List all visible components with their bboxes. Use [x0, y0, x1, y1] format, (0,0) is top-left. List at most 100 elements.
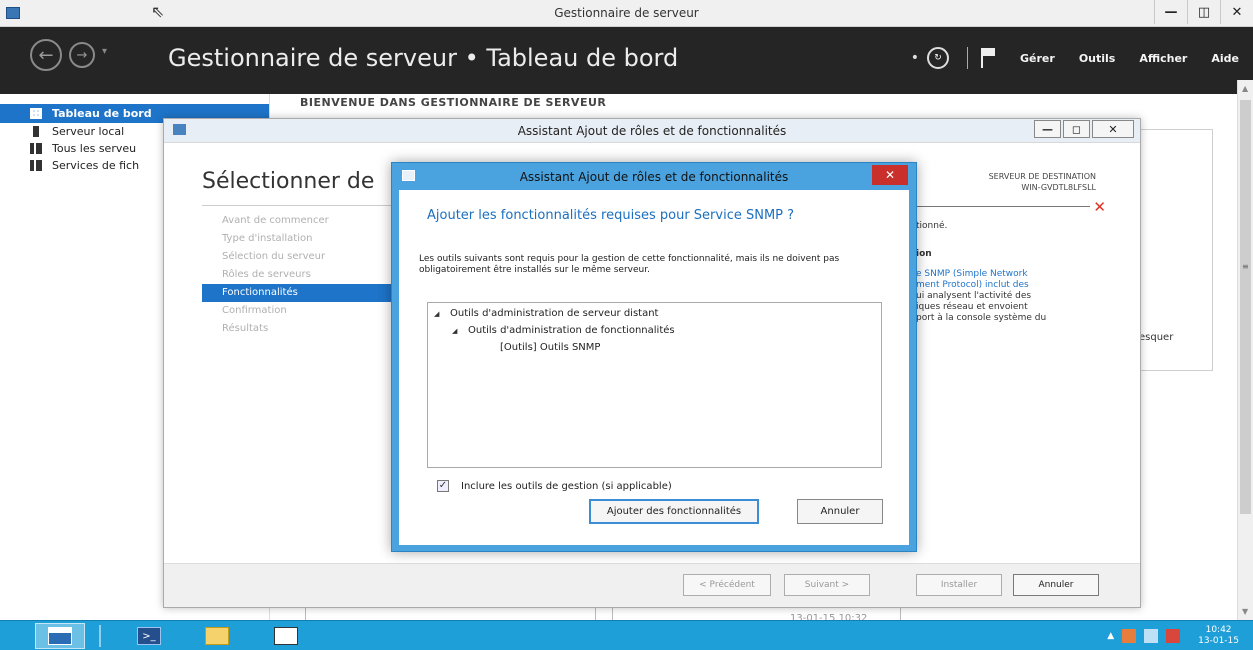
tree-node[interactable]: ◢ Outils d'administration de serveur dist… — [428, 305, 881, 322]
checkbox-label: Inclure les outils de gestion (si applic… — [461, 480, 672, 492]
close-icon: ✕ — [884, 168, 896, 182]
sidebar-item-label: Serveur local — [52, 125, 125, 138]
speaker-icon[interactable] — [1144, 629, 1159, 643]
refresh-icon[interactable]: ↻ — [927, 47, 949, 69]
taskbar-server-manager[interactable] — [35, 623, 85, 649]
window-titlebar: ⇖ Gestionnaire de serveur — ◫ ✕ — [0, 0, 1253, 27]
next-button[interactable]: Suivant > — [784, 574, 870, 596]
menu-tools[interactable]: Outils — [1079, 52, 1116, 65]
menu-view[interactable]: Afficher — [1139, 52, 1187, 65]
header-menu: • ↻ Gérer Outils Afficher Aide — [911, 47, 1253, 69]
powershell-icon: >_ — [137, 627, 161, 645]
description-line: port à la console système du — [916, 313, 1047, 323]
scroll-down-icon[interactable]: ▼ — [1242, 607, 1248, 616]
taskbar-command-prompt[interactable] — [261, 623, 311, 649]
wizard-steps: Avant de commencer Type d'installation S… — [202, 205, 398, 338]
background-text-fragment: esquer — [1139, 332, 1174, 343]
tree-node[interactable]: ◢ Outils d'administration de fonctionnali… — [428, 322, 881, 339]
description-link[interactable]: e SNMP (Simple Network — [916, 269, 1110, 280]
close-button[interactable]: ✕ — [1220, 0, 1253, 24]
error-x-icon: ✕ — [1093, 198, 1106, 216]
include-tools-checkbox[interactable]: ✓ — [437, 480, 449, 492]
minimize-button[interactable]: — — [1034, 120, 1061, 138]
dialog-heading: Ajouter les fonctionnalités requises pou… — [427, 208, 795, 223]
step-installation-type[interactable]: Type d'installation — [202, 230, 398, 248]
clock-time: 10:42 — [1205, 625, 1232, 635]
history-dropdown-icon[interactable]: ▾ — [102, 46, 107, 57]
destination-label: SERVEUR DE DESTINATION — [988, 172, 1096, 181]
sidebar-item-label: Services de fich — [52, 159, 140, 172]
system-tray: ▲ 10:42 13-01-15 — [1107, 625, 1239, 647]
destination-server: SERVEUR DE DESTINATION WIN-GVDTL8LFSLL — [989, 171, 1096, 193]
scrollbar-thumb[interactable] — [1240, 100, 1251, 514]
description-line: tionné. — [916, 221, 948, 231]
required-features-tree[interactable]: ◢ Outils d'administration de serveur dist… — [427, 302, 882, 468]
install-button[interactable]: Installer — [916, 574, 1002, 596]
description-link[interactable]: ment Protocol) inclut des — [916, 280, 1110, 291]
notifications-flag-icon[interactable] — [980, 48, 996, 68]
required-features-dialog: Assistant Ajout de rôles et de fonctionn… — [391, 162, 917, 552]
add-features-button[interactable]: Ajouter des fonctionnalités — [589, 499, 759, 524]
wizard-heading: Sélectionner de — [202, 169, 375, 194]
sidebar-item-label: Tableau de bord — [52, 107, 152, 120]
welcome-heading: BIENVENUE DANS GESTIONNAIRE DE SERVEUR — [300, 96, 607, 109]
clock[interactable]: 10:42 13-01-15 — [1198, 625, 1239, 647]
dialog-title: Assistant Ajout de rôles et de fonctionn… — [519, 170, 789, 184]
back-button[interactable]: ← — [30, 39, 62, 71]
taskbar: >_ ▲ 10:42 13-01-15 — [0, 620, 1253, 650]
arrow-right-icon: → — [76, 47, 88, 63]
menu-help[interactable]: Aide — [1211, 52, 1239, 65]
file-services-icon — [30, 160, 42, 171]
page-title: Gestionnaire de serveur • Tableau de bor… — [168, 44, 679, 72]
show-hidden-icons-icon[interactable]: ▲ — [1107, 631, 1114, 641]
step-results[interactable]: Résultats — [202, 320, 398, 338]
expand-triangle-icon[interactable]: ◢ — [434, 306, 450, 323]
tree-node-label: Outils d'administration de fonctionnalit… — [468, 325, 675, 336]
terminal-icon — [274, 627, 298, 645]
tree-node-label: Outils d'administration de serveur dista… — [450, 308, 659, 319]
server-manager-icon — [48, 627, 72, 645]
dialog-titlebar: Assistant Ajout de rôles et de fonctionn… — [392, 163, 916, 190]
description-line: iques réseau et envoient — [916, 302, 1028, 312]
taskbar-file-explorer[interactable] — [192, 623, 242, 649]
alert-icon[interactable] — [1166, 629, 1181, 643]
dropdown-icon[interactable]: • — [911, 50, 919, 66]
step-server-selection[interactable]: Sélection du serveur — [202, 248, 398, 266]
grip-icon: ≡ — [1242, 262, 1249, 271]
step-features[interactable]: Fonctionnalités — [202, 284, 398, 302]
wizard-window-controls: — ◻ ✕ — [1032, 120, 1134, 138]
step-confirmation[interactable]: Confirmation — [202, 302, 398, 320]
vertical-scrollbar[interactable]: ▲ ≡ ▼ — [1237, 80, 1253, 620]
description-heading: ion — [916, 249, 932, 259]
taskbar-powershell[interactable]: >_ — [124, 623, 174, 649]
destination-server-name: WIN-GVDTL8LFSLL — [1021, 183, 1096, 192]
wizard-title: Assistant Ajout de rôles et de fonctionn… — [517, 124, 787, 138]
feature-description: tionné. ion e SNMP (Simple Network ment … — [916, 221, 1110, 324]
sidebar-item-label: Tous les serveu — [52, 142, 137, 155]
forward-button[interactable]: → — [69, 42, 95, 68]
dialog-body: Ajouter les fonctionnalités requises pou… — [399, 190, 909, 545]
dialog-close-button[interactable]: ✕ — [872, 165, 908, 185]
scroll-up-icon[interactable]: ▲ — [1242, 84, 1248, 93]
divider — [99, 625, 101, 647]
maximize-button[interactable]: ◻ — [1063, 120, 1090, 138]
dialog-cancel-button[interactable]: Annuler — [797, 499, 883, 524]
maximize-button[interactable]: ◫ — [1187, 0, 1220, 24]
previous-button[interactable]: < Précédent — [683, 574, 771, 596]
expand-triangle-icon[interactable]: ◢ — [452, 323, 468, 340]
include-tools-option[interactable]: ✓ Inclure les outils de gestion (si appl… — [437, 480, 672, 492]
server-icon — [33, 126, 39, 137]
app-header: ← → ▾ Gestionnaire de serveur • Tableau … — [0, 27, 1253, 94]
menu-manage[interactable]: Gérer — [1020, 52, 1055, 65]
step-before-you-begin[interactable]: Avant de commencer — [202, 212, 398, 230]
cancel-button[interactable]: Annuler — [1013, 574, 1099, 596]
minimize-button[interactable]: — — [1154, 0, 1187, 24]
step-server-roles[interactable]: Rôles de serveurs — [202, 266, 398, 284]
dashboard-icon — [30, 108, 42, 119]
divider — [913, 206, 1090, 207]
tree-node-label: [Outils] Outils SNMP — [500, 342, 601, 353]
tree-node[interactable]: [Outils] Outils SNMP — [428, 339, 881, 356]
network-icon[interactable] — [1122, 629, 1137, 643]
window-title: Gestionnaire de serveur — [554, 6, 699, 20]
close-button[interactable]: ✕ — [1092, 120, 1134, 138]
